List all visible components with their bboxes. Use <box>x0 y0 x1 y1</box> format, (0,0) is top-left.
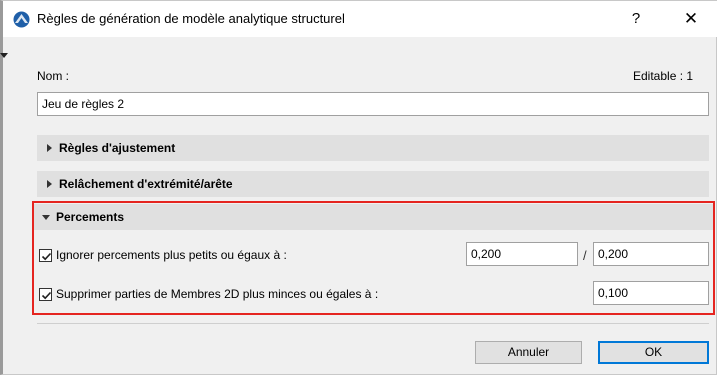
cancel-button[interactable]: Annuler <box>475 341 582 364</box>
remove-thin-parts-checkbox[interactable] <box>39 288 52 301</box>
expand-arrow-icon <box>47 180 52 188</box>
archicad-icon <box>13 11 30 28</box>
title-bar: Règles de génération de modèle analytiqu… <box>3 1 717 37</box>
section-label: Relâchement d'extrémité/arête <box>59 177 233 191</box>
window-title: Règles de génération de modèle analytiqu… <box>37 11 345 26</box>
help-button[interactable]: ? <box>621 3 651 35</box>
ignore-openings-checkbox[interactable] <box>39 249 52 262</box>
dock-marker-icon <box>0 53 8 58</box>
ignore-openings-label: Ignorer percements plus petits ou égaux … <box>56 248 287 262</box>
ignore-openings-value-1[interactable] <box>466 242 578 266</box>
remove-thin-parts-value[interactable] <box>593 281 709 305</box>
expand-arrow-icon <box>47 144 52 152</box>
section-end-release[interactable]: Relâchement d'extrémité/arête <box>37 171 709 197</box>
ignore-openings-value-2[interactable] <box>593 242 709 266</box>
dialog-window: Règles de génération de modèle analytiqu… <box>0 0 717 375</box>
checkmark-icon <box>41 252 52 261</box>
ok-button[interactable]: OK <box>598 341 709 364</box>
section-adjustment-rules[interactable]: Règles d'ajustement <box>37 135 709 161</box>
editable-count: Editable : 1 <box>633 69 694 83</box>
checkmark-icon <box>41 291 52 300</box>
remove-thin-parts-label: Supprimer parties de Membres 2D plus min… <box>56 287 379 301</box>
value-separator: / <box>583 248 587 263</box>
rule-set-name-input[interactable] <box>37 92 709 116</box>
divider <box>37 323 709 324</box>
close-button[interactable]: ✕ <box>671 3 711 35</box>
name-label: Nom : <box>37 69 70 83</box>
section-label: Règles d'ajustement <box>59 141 176 155</box>
